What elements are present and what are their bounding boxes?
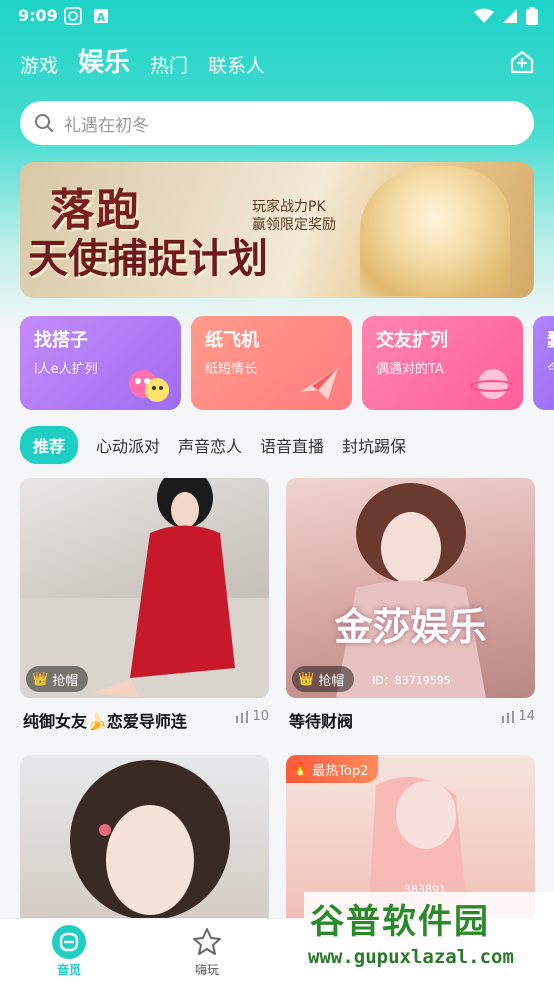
crown-icon: 👑 xyxy=(32,671,49,687)
tab-hot[interactable]: 热门 xyxy=(150,57,188,82)
badge-label: 抢帽 xyxy=(52,673,79,689)
bar-signal-icon xyxy=(236,710,249,723)
grab-hat-badge: 👑 抢帽 xyxy=(26,666,89,692)
tab-games[interactable]: 游戏 xyxy=(20,57,58,82)
card-subtitle: 今 xyxy=(547,362,554,377)
card-find-partner[interactable]: 找搭子 i人e人扩列 xyxy=(20,316,181,410)
banner-title-line2: 天使捕捉计划 xyxy=(28,235,268,282)
crown-icon: 👑 xyxy=(298,671,315,687)
nav-haiwan[interactable]: 嗨玩 xyxy=(167,925,247,978)
font-notification-icon: A xyxy=(94,9,108,24)
banner-subtitle: 玩家战力PK 赢领限定奖励 xyxy=(252,198,336,234)
room-cover-image: 金莎娱乐 ID：83719595 👑 抢帽 xyxy=(286,478,535,698)
top-tab-bar: 游戏 娱乐 热门 联系人 xyxy=(20,42,265,82)
search-input[interactable]: 礼遇在初冬 xyxy=(20,101,534,145)
badge-label: 抢帽 xyxy=(318,673,345,689)
listener-count: 14 xyxy=(502,709,535,724)
top-rank-badge: 🔥 最热Top2 xyxy=(286,755,379,783)
planet-icon xyxy=(470,369,513,399)
star-icon xyxy=(193,928,221,955)
cover-art-id: ID：83719595 xyxy=(372,674,451,687)
card-title: 找搭子 xyxy=(34,330,88,351)
card-make-friends[interactable]: 交友扩列 偶遇对的TA xyxy=(362,316,523,410)
tab-contacts[interactable]: 联系人 xyxy=(208,57,265,82)
signal-icon xyxy=(503,9,517,23)
room-cover-image: 👑 抢帽 xyxy=(20,478,269,698)
listener-count-value: 10 xyxy=(252,709,269,724)
status-bar: 9:09 A xyxy=(0,0,554,32)
bar-signal-icon xyxy=(502,710,515,723)
create-room-icon[interactable] xyxy=(508,48,536,76)
banner-subtitle-line1: 玩家战力PK xyxy=(252,199,326,215)
watermark-url: www.gupuxlazal.com xyxy=(308,946,514,968)
cover-art-title: 金莎娱乐 xyxy=(334,604,487,649)
search-icon xyxy=(35,114,53,132)
tab-other[interactable]: 封坑踢保 xyxy=(342,433,406,457)
voice-room-icon xyxy=(52,925,86,959)
listener-count: 10 xyxy=(236,709,269,724)
paper-plane-icon xyxy=(300,368,338,400)
category-tabs: 推荐 心动派对 声音恋人 语音直播 封坑踢保 xyxy=(20,426,406,464)
status-time: 9:09 xyxy=(18,6,58,25)
flame-icon: 🔥 xyxy=(292,761,309,777)
room-cover-figure xyxy=(20,478,269,698)
svg-text:A: A xyxy=(97,11,106,24)
cute-faces-icon xyxy=(129,370,169,402)
grab-hat-badge: 👑 抢帽 xyxy=(292,666,355,692)
banner-character-art xyxy=(360,166,510,296)
search-placeholder: 礼遇在初冬 xyxy=(64,115,149,136)
site-watermark: 谷普软件园 www.gupuxlazal.com xyxy=(304,892,554,984)
room-card[interactable]: 金莎娱乐 ID：83719595 👑 抢帽 等待财阀 14 xyxy=(286,478,535,731)
promo-banner[interactable]: 落跑 天使捕捉计划 玩家战力PK 赢领限定奖励 xyxy=(20,162,534,298)
tab-entertainment[interactable]: 娱乐 xyxy=(78,50,130,82)
wifi-icon xyxy=(474,8,494,23)
card-more[interactable]: 蠢 今 xyxy=(533,316,554,410)
card-title: 交友扩列 xyxy=(376,330,448,351)
status-indicators xyxy=(474,7,538,25)
top-rank-label: 最热Top2 xyxy=(312,763,369,779)
room-card[interactable]: 👑 抢帽 纯御女友🍌恋爱导师连 10 xyxy=(20,478,269,731)
battery-icon xyxy=(526,7,538,25)
tab-party[interactable]: 心动派对 xyxy=(96,433,160,457)
nav-label: 音觅 xyxy=(56,963,81,977)
room-name: 纯御女友🍌恋爱导师连 xyxy=(23,712,187,731)
card-title: 纸飞机 xyxy=(205,330,259,351)
tab-voice-live[interactable]: 语音直播 xyxy=(260,433,324,457)
watermark-title: 谷普软件园 xyxy=(310,902,490,942)
nav-label: 嗨玩 xyxy=(194,963,219,977)
card-title: 蠢 xyxy=(547,326,554,352)
room-cover-figure xyxy=(336,483,486,698)
tab-voice-lover[interactable]: 声音恋人 xyxy=(178,433,242,457)
listener-count-value: 14 xyxy=(518,709,535,724)
card-paper-plane[interactable]: 纸飞机 纸短情长 xyxy=(191,316,352,410)
room-name: 等待财阀 xyxy=(289,712,354,731)
nav-yinmi[interactable]: 音觅 xyxy=(29,925,109,978)
tab-recommend[interactable]: 推荐 xyxy=(20,426,79,464)
feature-card-row: 找搭子 i人e人扩列 纸飞机 纸短情长 交友扩列 偶遇对的TA 蠢 今 xyxy=(20,316,554,410)
banner-subtitle-line2: 赢领限定奖励 xyxy=(252,217,336,233)
gallery-notification-icon xyxy=(64,7,82,25)
